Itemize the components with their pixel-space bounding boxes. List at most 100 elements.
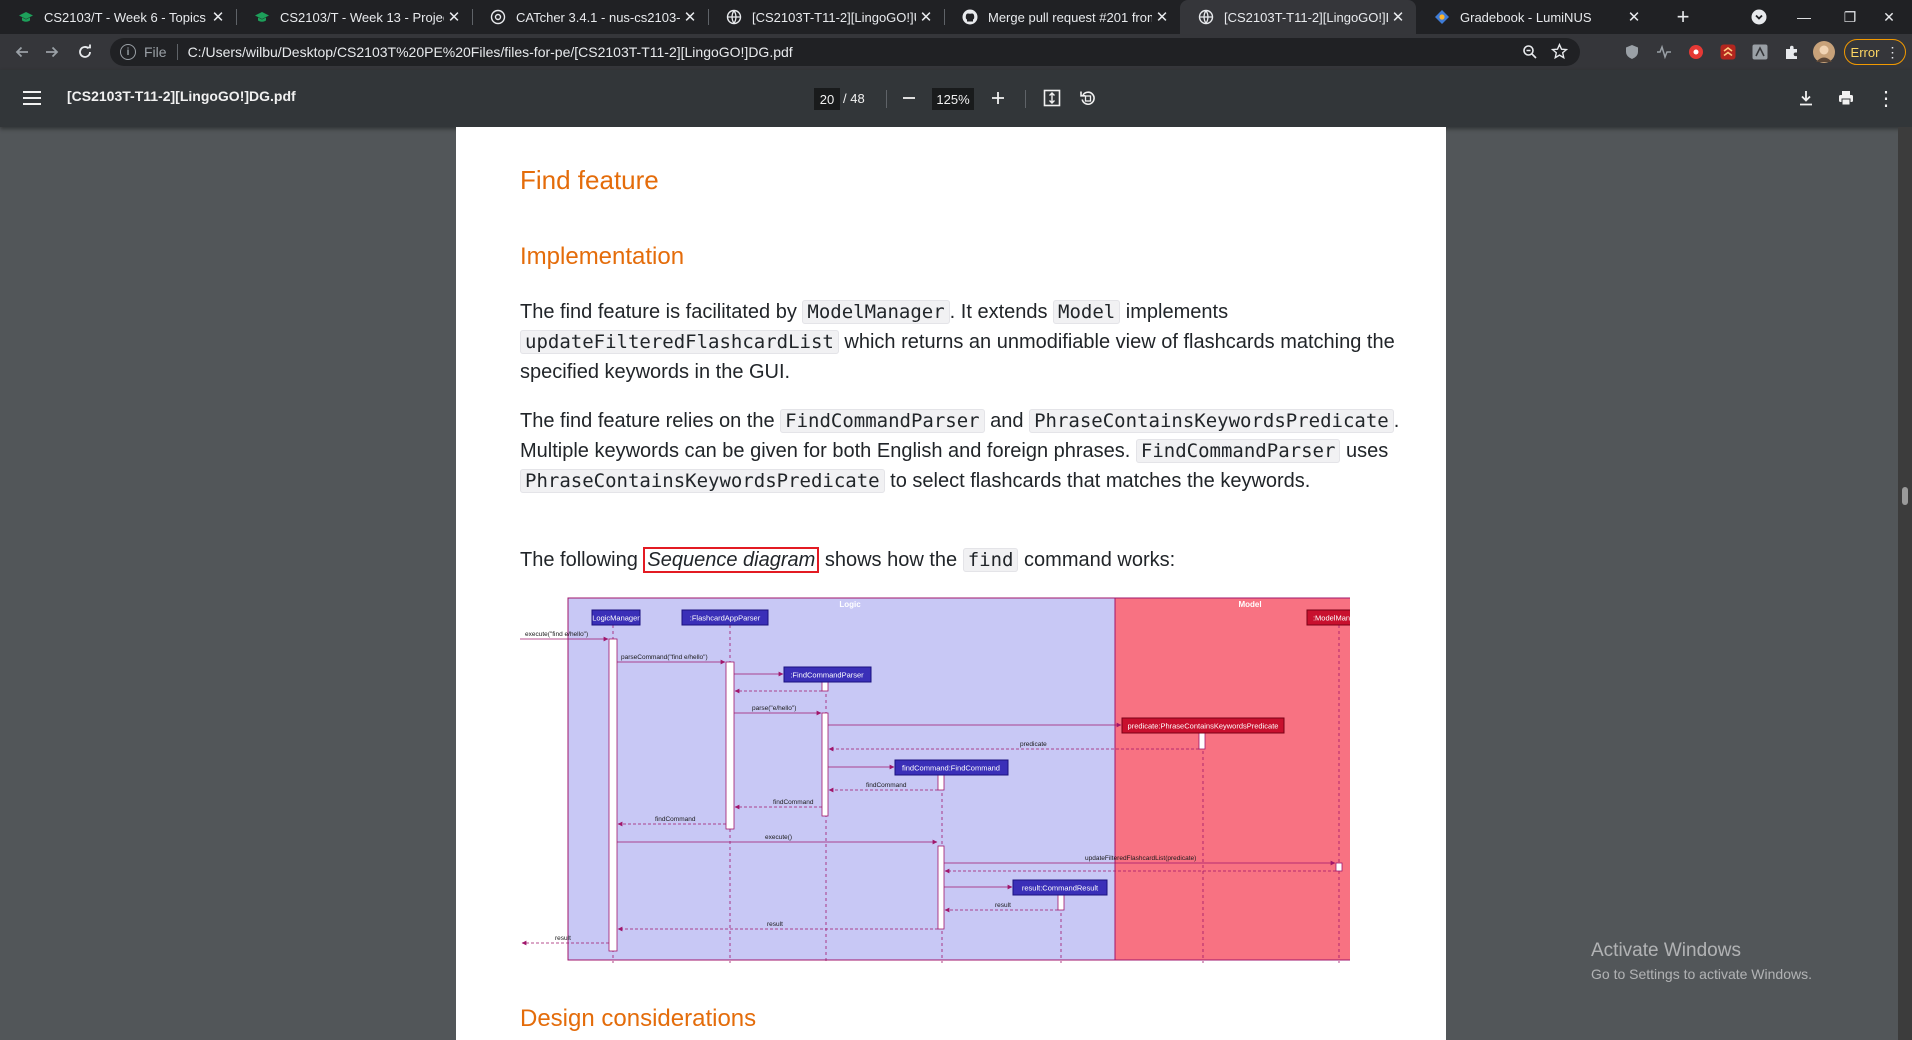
plus-icon xyxy=(992,92,1004,104)
code-phrase-predicate: PhraseContainsKeywordsPredicate xyxy=(1029,409,1394,433)
minimize-button[interactable]: — xyxy=(1781,0,1827,34)
message-label: result xyxy=(555,935,571,942)
window-close-button[interactable]: ✕ xyxy=(1866,0,1912,34)
close-icon[interactable]: ✕ xyxy=(208,7,228,27)
menu-icon[interactable] xyxy=(22,88,42,108)
text: The find feature is facilitated by xyxy=(520,301,803,323)
reload-button[interactable] xyxy=(71,38,99,66)
puzzle-icon[interactable] xyxy=(1782,42,1802,62)
forward-button[interactable] xyxy=(38,38,66,66)
tab-merge-pr[interactable]: Merge pull request #201 from a ✕ xyxy=(944,0,1180,34)
close-icon[interactable]: ✕ xyxy=(444,7,464,27)
tab-strip: CS2103/T - Week 6 - Topics ✕ CS2103/T - … xyxy=(0,0,1912,34)
vertical-scrollbar[interactable] xyxy=(1898,127,1912,1040)
extension-square-icon[interactable] xyxy=(1750,42,1770,62)
tab-gradebook[interactable]: Gradebook - LumiNUS ✕ xyxy=(1416,0,1652,34)
chevron-down-icon xyxy=(1751,9,1767,25)
omnibox-divider xyxy=(176,44,178,60)
more-options-button[interactable]: ⋮ xyxy=(1874,86,1898,110)
close-icon[interactable]: ✕ xyxy=(680,7,700,27)
avatar[interactable] xyxy=(1813,41,1835,63)
close-icon[interactable]: ✕ xyxy=(916,7,936,27)
new-tab-button[interactable]: + xyxy=(1670,4,1696,30)
close-icon[interactable]: ✕ xyxy=(1152,7,1172,27)
code-model-manager: ModelManager xyxy=(802,300,950,324)
pulse-icon[interactable] xyxy=(1654,42,1674,62)
close-icon[interactable]: ✕ xyxy=(1388,7,1408,27)
star-icon[interactable] xyxy=(1550,42,1569,63)
participant-label: predicate:PhraseContainsKeywordsPredicat… xyxy=(1128,722,1279,731)
scrollbar-thumb[interactable] xyxy=(1902,487,1908,505)
minus-icon xyxy=(903,97,915,99)
message-label: execute() xyxy=(765,834,792,841)
message-label: parseCommand("find e/hello") xyxy=(621,654,708,661)
shield-icon[interactable] xyxy=(1622,42,1642,62)
logic-frame xyxy=(567,597,1116,961)
record-icon[interactable] xyxy=(1686,42,1706,62)
tab-week13-project[interactable]: CS2103/T - Week 13 - Project ✕ xyxy=(236,0,472,34)
back-button[interactable] xyxy=(8,38,36,66)
activation-predicate xyxy=(1198,732,1206,750)
activation-result xyxy=(1057,894,1065,911)
fit-page-button[interactable] xyxy=(1040,86,1064,110)
message-label: predicate xyxy=(1020,741,1047,748)
text: and xyxy=(984,410,1030,432)
message-label: parse("e/hello") xyxy=(752,705,796,712)
tab-label: Gradebook - LumiNUS xyxy=(1460,9,1592,25)
heading-implementation: Implementation xyxy=(520,243,685,270)
extension-chevrons-icon[interactable] xyxy=(1718,42,1738,62)
tab-search-button[interactable] xyxy=(1736,0,1782,34)
more-vert-icon: ⋮ xyxy=(1876,87,1896,110)
globe-icon xyxy=(726,9,742,25)
activation-find-parser-parse xyxy=(821,712,829,817)
tab-week6-topics[interactable]: CS2103/T - Week 6 - Topics ✕ xyxy=(0,0,236,34)
rotate-button[interactable] xyxy=(1076,86,1100,110)
info-icon[interactable]: i xyxy=(120,44,136,60)
zoom-icon[interactable] xyxy=(1522,44,1538,63)
scheme-label: File xyxy=(144,44,167,60)
participant-label: LogicManager xyxy=(592,614,640,623)
tab-label: [CS2103T-T11-2][LingoGO!]UG.p xyxy=(752,9,916,25)
participant-label: :FlashcardAppParser xyxy=(690,614,761,623)
activate-windows-watermark: Activate Windows Go to Settings to activ… xyxy=(1591,940,1812,982)
code-model: Model xyxy=(1053,300,1121,324)
zoom-out-button[interactable] xyxy=(897,86,921,110)
fit-page-icon xyxy=(1043,89,1061,107)
zoom-level-input[interactable]: 125% xyxy=(932,88,974,110)
address-bar[interactable]: i File C:/Users/wilbu/Desktop/CS2103T%20… xyxy=(110,38,1580,66)
code-find: find xyxy=(962,548,1019,572)
luminus-icon xyxy=(1434,9,1450,25)
rotate-icon xyxy=(1080,91,1095,106)
close-icon[interactable]: ✕ xyxy=(1624,7,1644,27)
download-button[interactable] xyxy=(1794,86,1818,110)
profile-status: Error xyxy=(1850,44,1880,60)
print-button[interactable] xyxy=(1834,86,1858,110)
tab-catcher[interactable]: CATcher 3.4.1 - nus-cs2103-AY2 ✕ xyxy=(472,0,708,34)
pdf-toolbar: [CS2103T-T11-2][LingoGO!]DG.pdf 20 / 48 … xyxy=(0,70,1912,127)
message-label: findCommand xyxy=(866,782,907,789)
tab-ug-pdf[interactable]: [CS2103T-T11-2][LingoGO!]UG.p ✕ xyxy=(708,0,944,34)
profile-error-button[interactable]: Error ⋮ xyxy=(1844,39,1906,65)
participant-label: :FindCommandParser xyxy=(790,671,864,680)
zoom-in-button[interactable] xyxy=(986,86,1010,110)
text: uses xyxy=(1340,440,1389,462)
tab-dg-pdf-active[interactable]: [CS2103T-T11-2][LingoGO!]DG.p ✕ xyxy=(1180,0,1416,34)
text: command works: xyxy=(1018,549,1176,571)
page-number-input[interactable]: 20 xyxy=(814,88,840,110)
text: implements xyxy=(1120,301,1229,323)
heading-find-feature: Find feature xyxy=(520,165,659,195)
message-label: findCommand xyxy=(773,799,814,806)
highlighted-sequence-diagram: Sequence diagram xyxy=(643,547,820,573)
more-vert-icon: ⋮ xyxy=(1885,43,1900,60)
activation-find-command-execute xyxy=(937,845,945,930)
pdf-page: Find feature Implementation The find fea… xyxy=(456,127,1446,1040)
message-label: execute("find e/hello") xyxy=(525,631,588,638)
url-text: C:/Users/wilbu/Desktop/CS2103T%20PE%20Fi… xyxy=(187,44,793,60)
watermark-title: Activate Windows xyxy=(1591,940,1741,961)
toolbar-divider xyxy=(1025,90,1026,108)
text: The find feature relies on the xyxy=(520,410,781,432)
pdf-title: [CS2103T-T11-2][LingoGO!]DG.pdf xyxy=(67,88,296,104)
heading-design-considerations: Design considerations xyxy=(520,1005,757,1032)
message-label: result xyxy=(995,902,1011,909)
participant-label: result:CommandResult xyxy=(1022,884,1099,893)
